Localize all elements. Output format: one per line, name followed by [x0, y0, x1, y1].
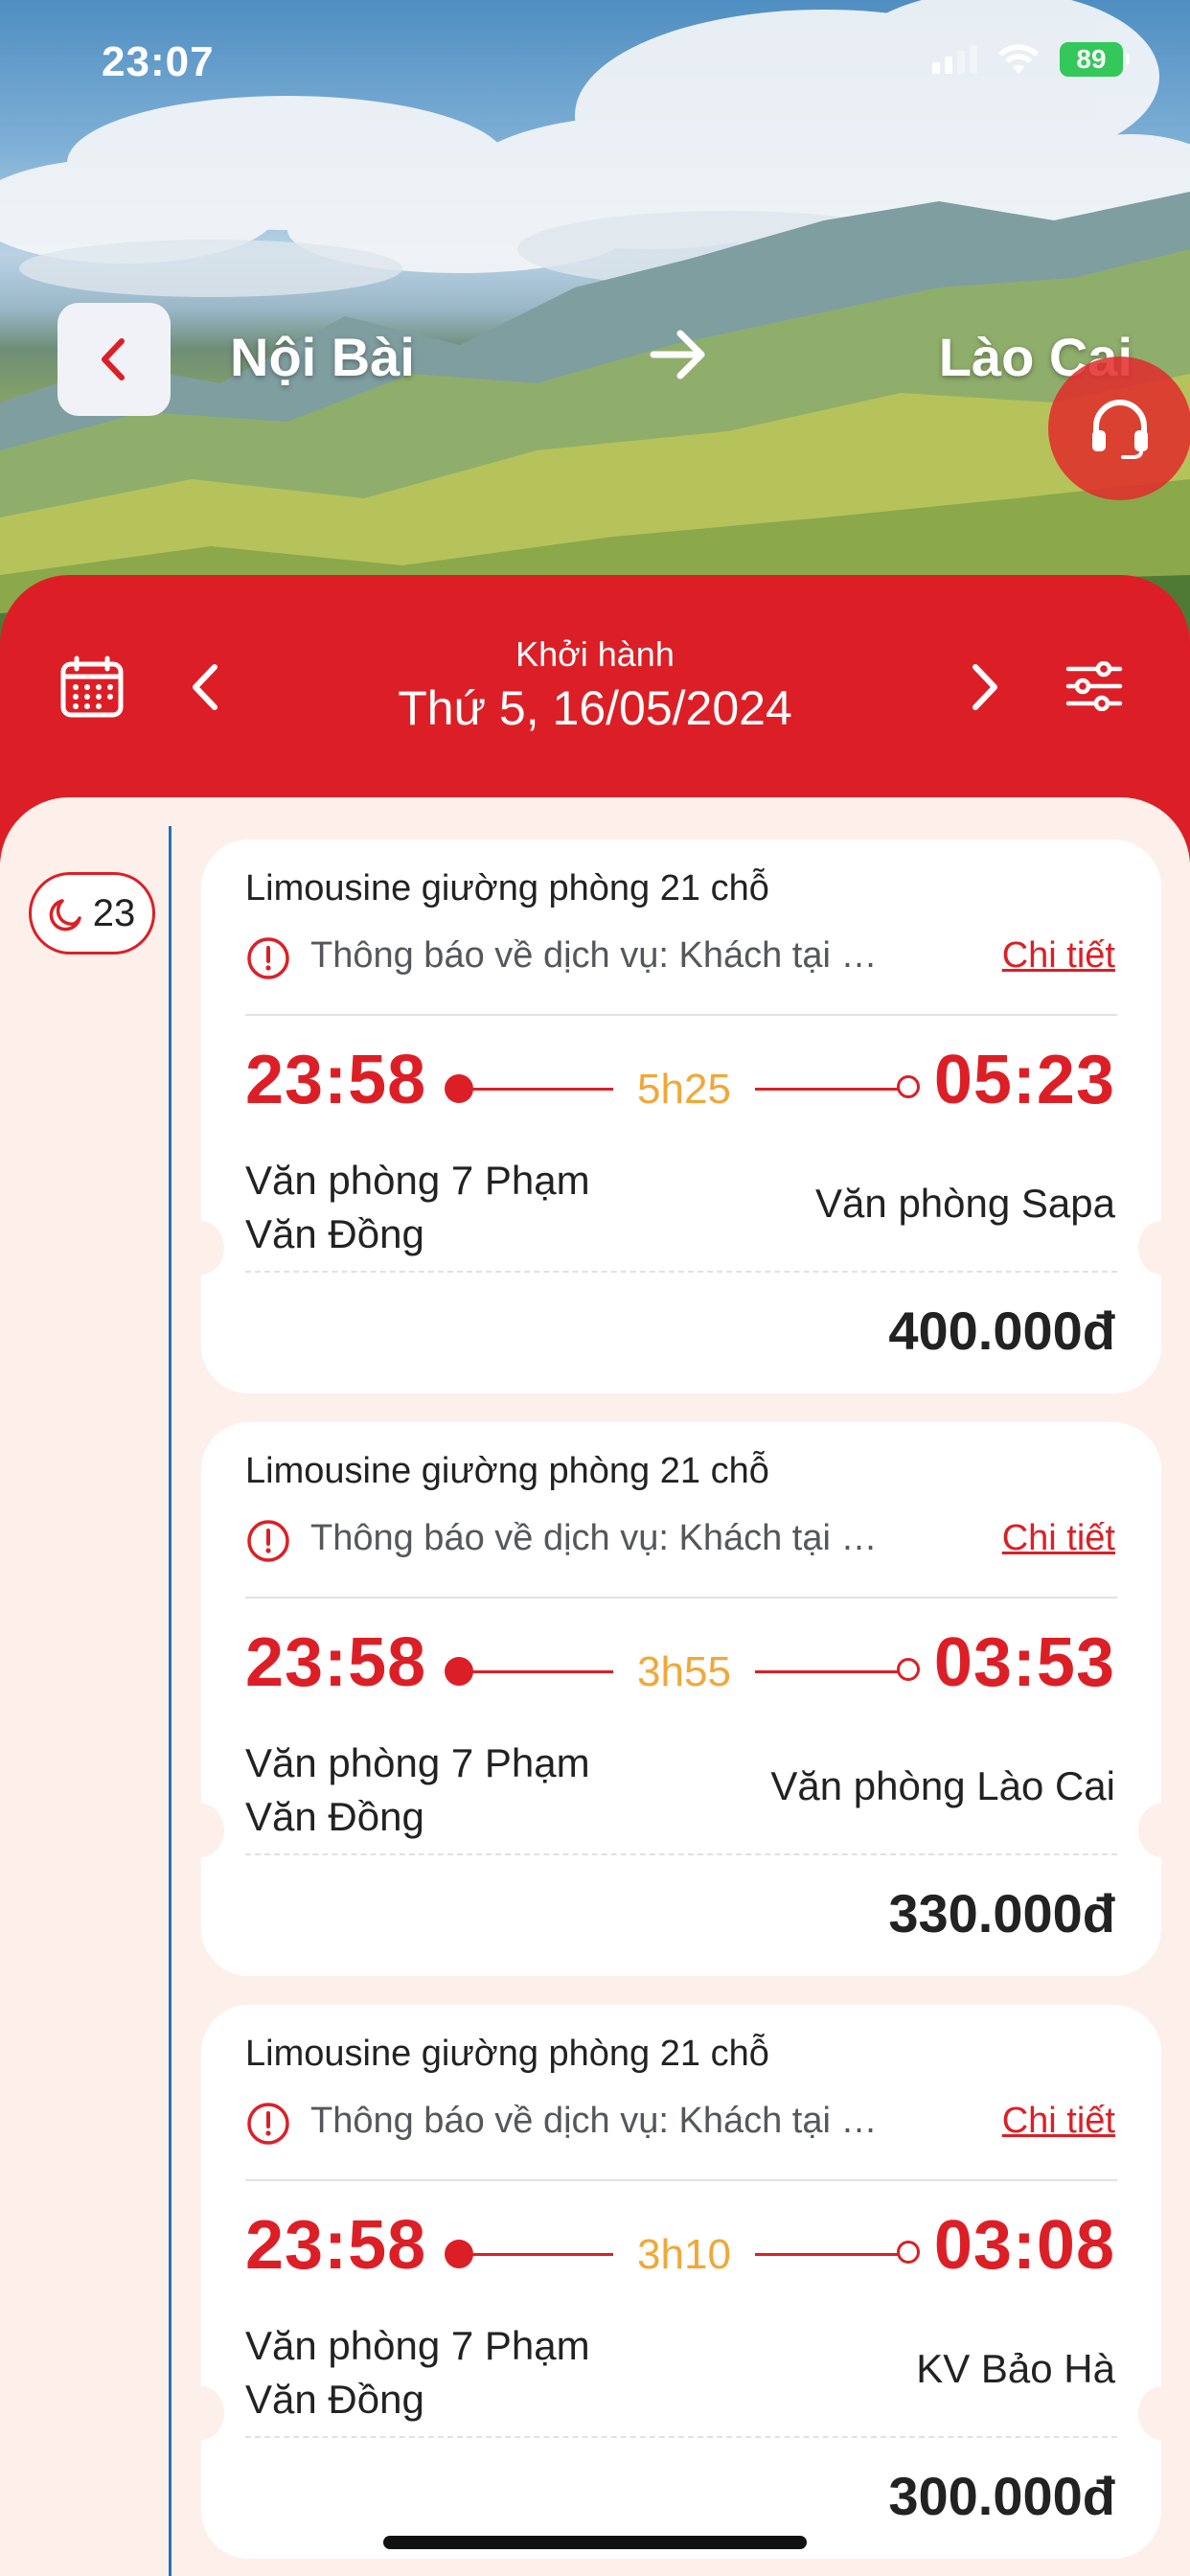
alert-circle-icon [247, 937, 289, 979]
trip-card[interactable]: Limousine giường phòng 21 chỗ Thông báo … [178, 840, 1184, 1393]
duration-track: 3h10 [445, 2231, 924, 2279]
arrow-right-icon [650, 330, 705, 380]
arrival-time: 03:53 [933, 1624, 1115, 1701]
alert-circle-icon [247, 1520, 289, 1562]
duration-track: 5h25 [445, 1066, 924, 1114]
dropoff-office: Văn phòng Sapa [815, 1181, 1115, 1226]
departure-time: 23:58 [245, 2207, 427, 2284]
bus-type: Limousine giường phòng 21 chỗ [245, 868, 769, 908]
dropoff-office: Văn phòng Lào Cai [770, 1763, 1115, 1808]
trip-card[interactable]: Limousine giường phòng 21 chỗ Thông báo … [178, 1422, 1184, 1976]
divider [245, 1597, 1117, 1598]
departure-time: 23:58 [245, 1042, 427, 1118]
detail-link[interactable]: Chi tiết [1002, 1518, 1115, 1559]
pickup-office: Văn phòng 7 Phạm Văn Đồng [245, 1740, 590, 1839]
battery-level: 89 [1076, 44, 1107, 74]
duration-track: 3h55 [445, 1648, 924, 1696]
divider [245, 2179, 1117, 2181]
ticket-price: 400.000đ [888, 1300, 1115, 1361]
moon-icon [49, 899, 81, 932]
status-time: 23:07 [102, 38, 215, 85]
pickup-office: Văn phòng 7 Phạm Văn Đồng [245, 2323, 590, 2422]
back-button[interactable] [57, 303, 171, 416]
destination-dot [897, 2241, 920, 2264]
arrival-time: 05:23 [933, 1042, 1115, 1118]
next-date-button[interactable] [968, 661, 1002, 713]
service-notice: Thông báo về dịch vụ: Khách tại sân bay … [310, 1518, 885, 1558]
trip-duration: 3h10 [637, 2231, 731, 2278]
departure-label: Khởi hành [515, 634, 675, 674]
divider [245, 1014, 1117, 1016]
departure-time: 23:58 [245, 1624, 427, 1701]
ticket-price: 300.000đ [888, 2466, 1115, 2526]
dropoff-office: KV Bảo Hà [916, 2346, 1115, 2391]
dashed-divider [245, 2436, 1117, 2438]
departure-date[interactable]: Thứ 5, 16/05/2024 [0, 680, 1190, 736]
detail-link[interactable]: Chi tiết [1002, 935, 1115, 977]
battery-icon: 89 [1060, 42, 1130, 77]
support-button[interactable] [1048, 356, 1190, 500]
trip-card[interactable]: Limousine giường phòng 21 chỗ Thông báo … [178, 2005, 1184, 2559]
chevron-left-icon [102, 338, 125, 380]
wifi-icon [998, 44, 1039, 74]
trip-duration: 5h25 [637, 1066, 731, 1113]
detail-link[interactable]: Chi tiết [1002, 2101, 1115, 2142]
dashed-divider [245, 1271, 1117, 1273]
timeline-line [169, 826, 172, 2576]
bus-type: Limousine giường phòng 21 chỗ [245, 1451, 769, 1491]
ticket-price: 330.000đ [888, 1883, 1115, 1944]
destination-dot [897, 1075, 920, 1098]
alert-circle-icon [247, 2103, 289, 2145]
service-notice: Thông báo về dịch vụ: Khách tại sân bay … [310, 935, 885, 976]
service-notice: Thông báo về dịch vụ: Khách tại sân bay … [310, 2101, 885, 2141]
bus-type: Limousine giường phòng 21 chỗ [245, 2034, 769, 2074]
status-icons: 89 [932, 42, 1130, 77]
route-origin: Nội Bài [230, 327, 415, 387]
arrival-time: 03:08 [933, 2207, 1115, 2284]
pickup-office: Văn phòng 7 Phạm Văn Đồng [245, 1158, 590, 1256]
destination-dot [897, 1658, 920, 1681]
dashed-divider [245, 1853, 1117, 1855]
hour-group-label: 23 [92, 891, 136, 934]
trip-duration: 3h55 [637, 1648, 731, 1695]
hour-group-badge: 23 [29, 872, 155, 954]
cellular-signal-icon [932, 45, 977, 74]
home-indicator[interactable] [383, 2536, 807, 2549]
filter-sliders-icon[interactable] [1065, 661, 1123, 711]
headset-icon [1092, 400, 1148, 459]
